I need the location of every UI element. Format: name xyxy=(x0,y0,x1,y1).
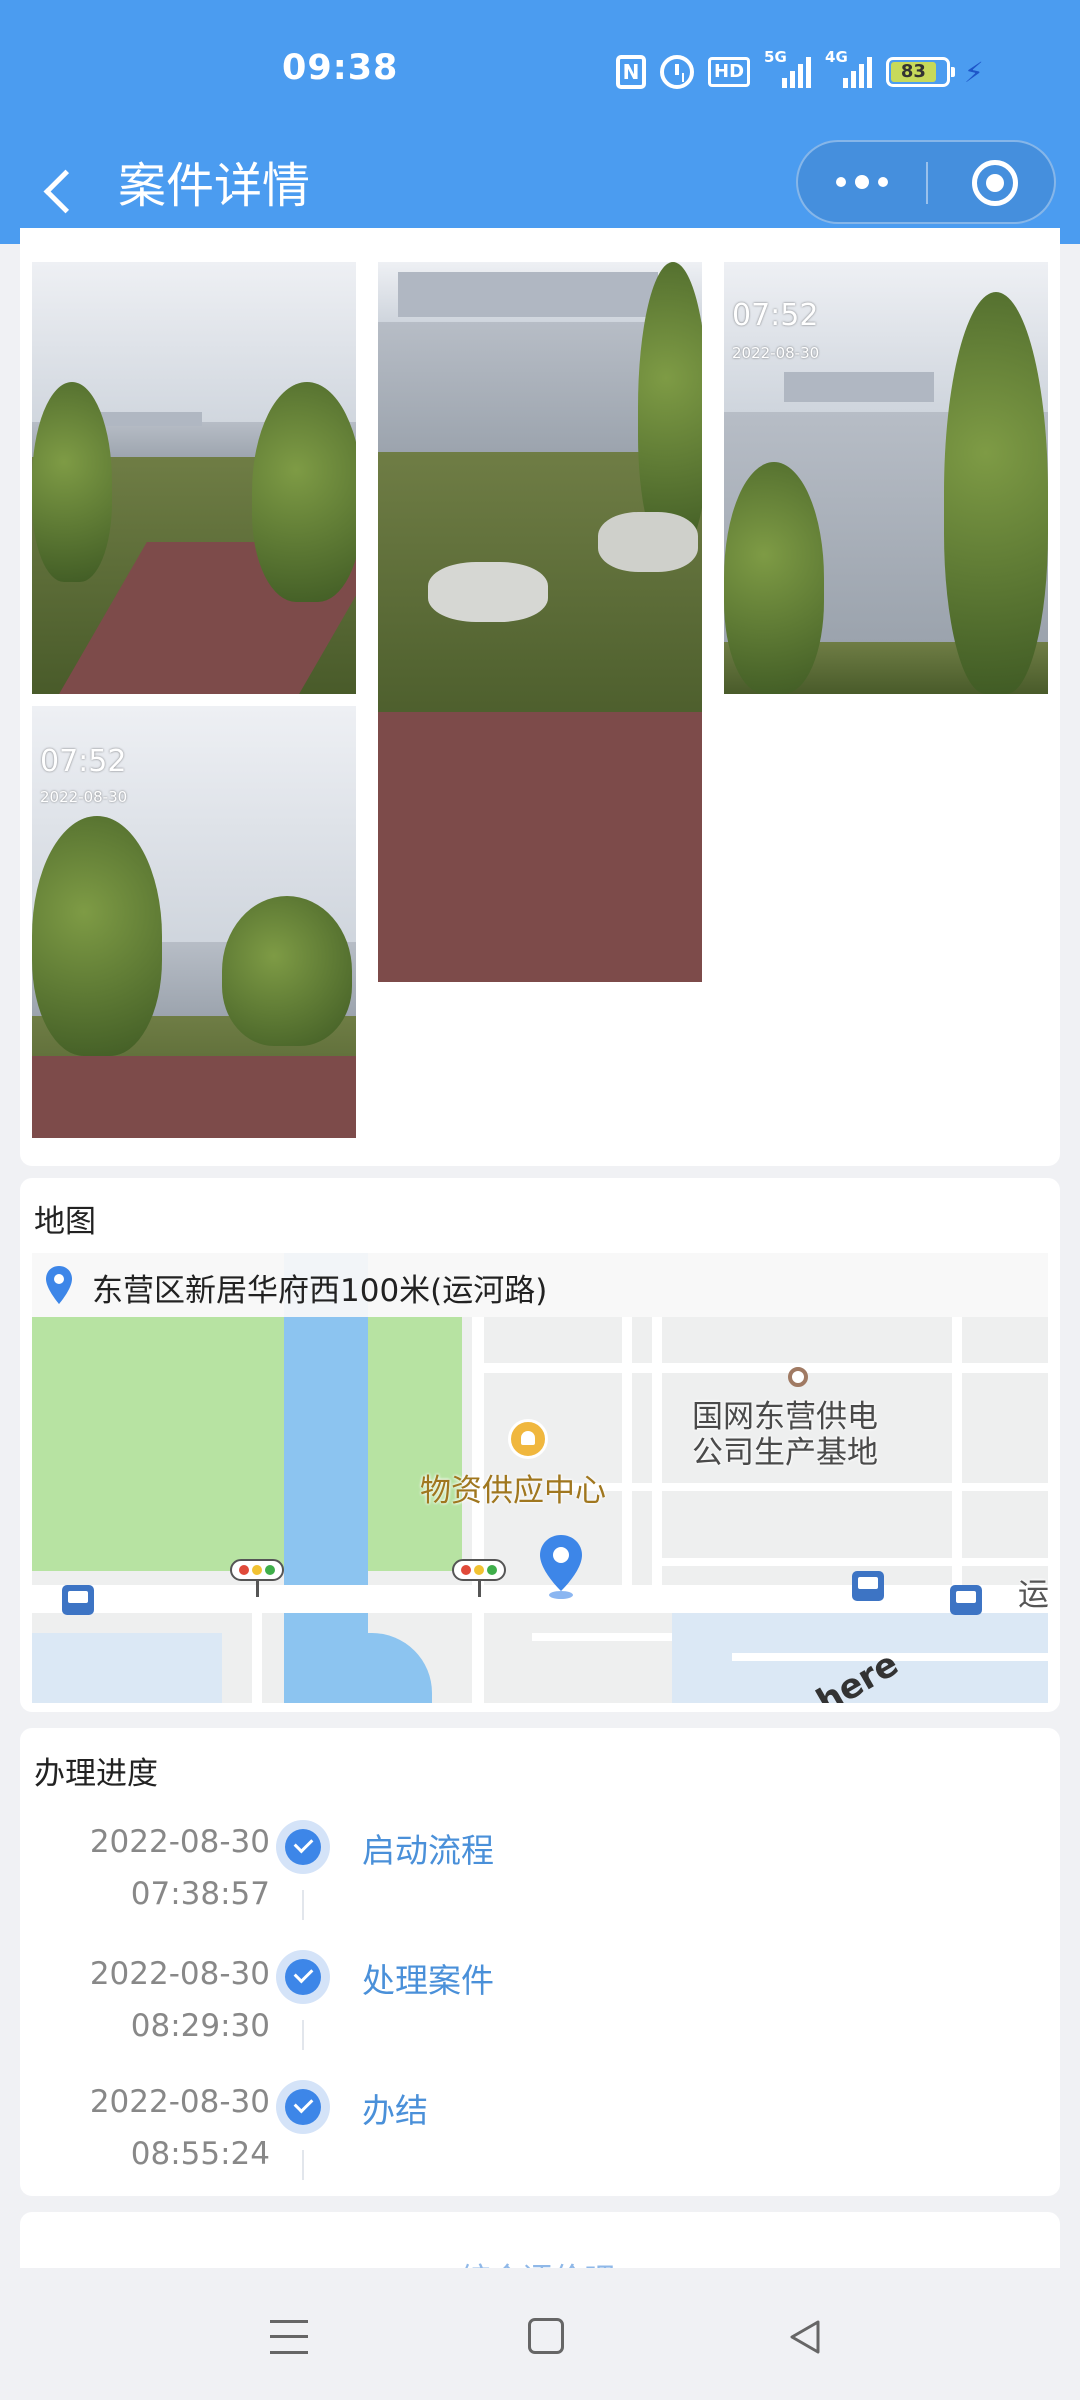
step-label: 启动流程 xyxy=(362,1831,494,1870)
signal-5g-icon: 5G xyxy=(764,48,812,88)
signal-4g-icon: 4G xyxy=(825,48,873,88)
system-navigation-bar xyxy=(0,2268,1080,2400)
more-button[interactable] xyxy=(798,142,926,222)
signal-5g-label: 5G xyxy=(764,48,787,66)
timeline-connector xyxy=(302,1890,304,1920)
back-button[interactable] xyxy=(30,158,90,222)
back-triangle-icon[interactable] xyxy=(786,2318,824,2356)
map-view[interactable]: 东营区新居华府西100米(运河路) 国网东营供电 公司生产基地 物资供应中心 运 xyxy=(32,1253,1048,1703)
step-time: 08:55:24 xyxy=(130,2136,270,2172)
case-photo[interactable] xyxy=(378,262,702,982)
address-text: 东营区新居华府西100米(运河路) xyxy=(92,1273,548,1309)
home-square-icon[interactable] xyxy=(528,2318,564,2354)
check-circle-icon xyxy=(276,1820,330,1874)
location-pin-icon xyxy=(46,1266,72,1304)
check-circle-icon xyxy=(276,1950,330,2004)
alarm-icon xyxy=(660,55,694,89)
photo-stamp-time: 07:52 xyxy=(40,744,127,779)
step-date: 2022-08-30 xyxy=(89,2084,270,2120)
park-area xyxy=(32,1317,462,1571)
hd-icon: HD xyxy=(708,57,751,87)
status-bar: 09:38 N HD 5G 4G 83 ⚡ xyxy=(0,0,1080,140)
bus-stop-icon xyxy=(62,1585,94,1615)
progress-card: 办理进度 2022-08-30 07:38:57 启动流程 2022-08-30… xyxy=(20,1728,1060,2196)
step-time: 07:38:57 xyxy=(130,1876,270,1912)
address-bar: 东营区新居华府西100米(运河路) xyxy=(32,1253,1048,1317)
bus-stop-icon xyxy=(852,1571,884,1601)
step-date: 2022-08-30 xyxy=(89,1956,270,1992)
close-button[interactable] xyxy=(972,160,1018,206)
step-label: 办结 xyxy=(362,2091,428,2130)
nfc-icon: N xyxy=(616,55,646,89)
timeline-connector xyxy=(302,2020,304,2050)
menu-lines-icon[interactable] xyxy=(270,2320,308,2354)
poi-marker-icon xyxy=(788,1367,808,1387)
app-header: 09:38 N HD 5G 4G 83 ⚡ 案件详情 xyxy=(0,0,1080,244)
photo-stamp-date: 2022-08-30 xyxy=(40,788,128,806)
map-label-power-base: 国网东营供电 公司生产基地 xyxy=(692,1399,878,1471)
shop-poi-icon xyxy=(508,1419,548,1459)
step-label: 处理案件 xyxy=(362,1961,494,2000)
check-circle-icon xyxy=(276,2080,330,2134)
more-dots-icon xyxy=(836,177,846,187)
page-title: 案件详情 xyxy=(118,158,311,214)
status-time: 09:38 xyxy=(282,48,399,88)
photos-card: 07:52 2022-08-30 07:52 2022-08-30 xyxy=(20,228,1060,1166)
capsule-divider xyxy=(926,162,928,204)
map-road-label: 运 xyxy=(1018,1577,1048,1613)
progress-section-title: 办理进度 xyxy=(34,1756,158,1792)
case-photo[interactable]: 07:52 2022-08-30 xyxy=(32,706,356,1138)
status-icons: N HD 5G 4G 83 ⚡ xyxy=(616,48,984,92)
map-section-title: 地图 xyxy=(34,1204,96,1240)
battery-level: 83 xyxy=(891,62,936,82)
signal-4g-label: 4G xyxy=(825,48,848,66)
step-time: 08:29:30 xyxy=(130,2008,270,2044)
photo-stamp-time: 07:52 xyxy=(732,298,819,333)
charging-icon: ⚡ xyxy=(964,55,984,89)
battery-icon: 83 xyxy=(886,57,956,87)
mini-program-capsule xyxy=(796,140,1056,224)
step-date: 2022-08-30 xyxy=(89,1824,270,1860)
map-card: 地图 东营区新居华府西100米(运河路) 国网东营供电 公司生产基地 物资供应中… xyxy=(20,1178,1060,1712)
photo-stamp-date: 2022-08-30 xyxy=(732,344,820,362)
bus-stop-icon xyxy=(950,1585,982,1615)
case-photo[interactable]: 07:52 2022-08-30 xyxy=(724,262,1048,694)
traffic-light-icon xyxy=(230,1559,284,1597)
case-photo[interactable] xyxy=(32,262,356,694)
location-pin-icon xyxy=(540,1535,582,1599)
map-label-supply-center: 物资供应中心 xyxy=(420,1473,606,1509)
traffic-light-icon xyxy=(452,1559,506,1597)
timeline-connector xyxy=(302,2150,304,2180)
